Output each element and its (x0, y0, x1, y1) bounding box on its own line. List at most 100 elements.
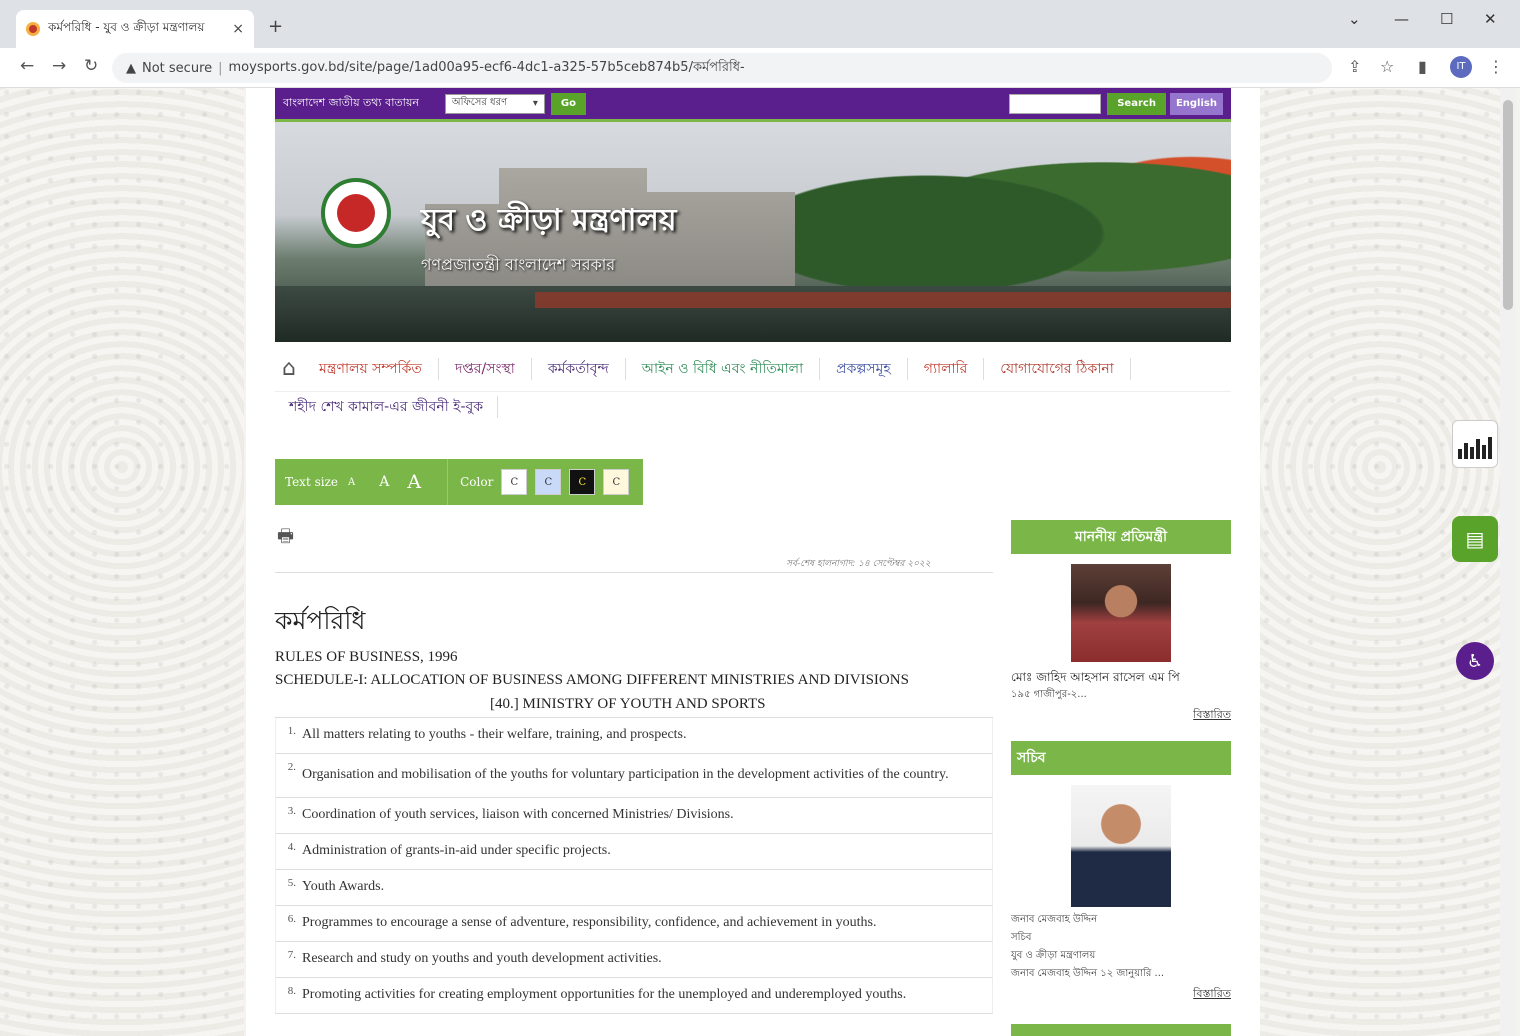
row-number: 3. (287, 805, 296, 817)
chevron-down-icon: ▾ (532, 98, 538, 109)
row-number: 8. (287, 985, 296, 997)
menu-item-departments[interactable]: দপ্তর/সংস্থা (439, 357, 532, 380)
row-number: 1. (287, 725, 296, 737)
scrollbar[interactable] (1500, 88, 1516, 1036)
url-field[interactable]: ▲ Not secure | moysports.gov.bd/site/pag… (112, 53, 1332, 83)
last-updated: সর্ব-শেষ হালনাগাদ: ১৪ সেপ্টেম্বর ২০২২ (786, 559, 931, 569)
secretary-more-link[interactable]: বিস্তারিত (1011, 985, 1231, 1004)
text-size-medium-button[interactable]: A (379, 474, 389, 490)
menu-item-gallery[interactable]: গ্যালারি (908, 357, 985, 380)
right-sidebar: মাননীয় প্রতিমন্ত্রী মোঃ জাহিদ আহসান রাস… (1011, 520, 1231, 1036)
minimize-icon[interactable]: — (1394, 10, 1409, 28)
divider (275, 572, 993, 573)
minister-header: মাননীয় প্রতিমন্ত্রী (1011, 520, 1231, 554)
table-row: 5. Youth Awards. (275, 870, 993, 906)
menu-item-laws[interactable]: আইন ও বিধি এবং নীতিমালা (626, 357, 821, 380)
table-row: 6. Programmes to encourage a sense of adv… (275, 906, 993, 942)
top-strip: বাংলাদেশ জাতীয় তথ্য বাতায়ন অফিসের ধরণ … (275, 88, 1231, 122)
browser-tab[interactable]: কর্মপরিধি - যুব ও ক্রীড়া মন্ত্রণালয় × (16, 10, 254, 48)
side-panel-icon[interactable]: ▮ (1418, 57, 1427, 76)
profile-avatar[interactable]: IT (1450, 56, 1472, 78)
accessibility-icon[interactable]: ♿ (1456, 642, 1494, 680)
page-container: বাংলাদেশ জাতীয় তথ্য বাতায়ন অফিসের ধরণ … (246, 88, 1260, 1036)
text-size-small-button[interactable]: A (348, 477, 355, 488)
url-separator: | (218, 60, 223, 76)
row-text: All matters relating to youths - their w… (302, 727, 687, 742)
color-option-white[interactable]: C (501, 469, 528, 495)
header-banner: যুব ও ক্রীড়া মন্ত্রণালয় গণপ্রজাতন্ত্রী… (275, 122, 1231, 342)
search-button[interactable]: Search (1107, 92, 1166, 115)
government-emblem-icon[interactable] (321, 178, 391, 248)
secretary-photo (1071, 785, 1171, 907)
minister-photo (1071, 564, 1171, 662)
table-row: 4. Administration of grants-in-aid under … (275, 834, 993, 870)
table-row: 7. Research and study on youths and youth… (275, 942, 993, 978)
schedule-heading: SCHEDULE-I: ALLOCATION OF BUSINESS AMONG… (275, 672, 909, 688)
chat-icon[interactable]: ▤ (1452, 516, 1498, 562)
row-text: Organisation and mobilisation of the you… (302, 767, 949, 782)
tab-close-icon[interactable]: × (232, 21, 244, 37)
page-title: কর্মপরিধি (275, 606, 366, 635)
minister-subtitle: ১৯৫ গাজীপুর-২... (1011, 689, 1087, 700)
text-size-large-button[interactable]: A (407, 471, 421, 493)
secretary-header: সচিব (1011, 741, 1231, 775)
back-icon[interactable]: ← (20, 56, 34, 76)
search-input[interactable] (1009, 93, 1102, 114)
right-decorative-pattern (1260, 88, 1500, 1036)
accessibility-toolbar: Text size A A A Color C C C C (275, 459, 643, 505)
riverbank-image (535, 292, 1231, 308)
minister-more-link[interactable]: বিস্তারিত (1011, 706, 1231, 725)
warning-icon: ▲ (126, 60, 136, 76)
page-viewport: বাংলাদেশ জাতীয় তথ্য বাতায়ন অফিসের ধরণ … (0, 88, 1520, 1036)
chart-icon[interactable] (1452, 420, 1498, 468)
color-option-cream[interactable]: C (603, 469, 630, 495)
menu-item-ebook[interactable]: শহীদ শেখ কামাল-এর জীবনী ই-বুক (275, 396, 499, 418)
site-favicon-icon (26, 22, 40, 36)
secondary-menu: শহীদ শেখ কামাল-এর জীবনী ই-বুক (275, 390, 499, 424)
forward-icon[interactable]: → (52, 56, 66, 76)
secretary-title: সচিব (1011, 932, 1032, 943)
tab-title: কর্মপরিধি - যুব ও ক্রীড়া মন্ত্রণালয় (48, 20, 205, 34)
home-icon[interactable]: ⌂ (275, 356, 303, 381)
row-number: 5. (287, 877, 296, 889)
url-text: moysports.gov.bd/site/page/1ad00a95-ecf6… (228, 59, 745, 75)
bookmark-star-icon[interactable]: ☆ (1380, 57, 1394, 76)
text-size-label: Text size (285, 475, 338, 489)
secretary-subtitle: জনাব মেজবাহ উদ্দিন ১২ জানুয়ারি ... (1011, 968, 1165, 979)
maximize-icon[interactable]: ☐ (1440, 10, 1453, 28)
portal-link[interactable]: বাংলাদেশ জাতীয় তথ্য বাতায়ন (283, 94, 419, 113)
row-number: 7. (287, 949, 296, 961)
trees-image (795, 132, 1231, 302)
table-row: 3. Coordination of youth services, liaiso… (275, 798, 993, 834)
menu-dots-icon[interactable]: ⋮ (1488, 57, 1504, 76)
menu-item-about[interactable]: মন্ত্রণালয় সম্পর্কিত (303, 357, 439, 380)
next-widget-header (1011, 1024, 1231, 1036)
row-text: Coordination of youth services, liaison … (302, 807, 734, 822)
menu-item-officials[interactable]: কর্মকর্তাবৃন্দ (532, 357, 626, 380)
print-icon[interactable]: 🖶 (277, 524, 294, 554)
share-icon[interactable]: ⇪ (1348, 57, 1361, 76)
left-decorative-pattern (0, 88, 244, 1036)
new-tab-button[interactable]: + (268, 16, 283, 37)
english-button[interactable]: English (1169, 92, 1223, 115)
office-type-value: অফিসের ধরণ (451, 97, 508, 108)
minister-name: মোঃ জাহিদ আহসান রাসেল এম পি (1011, 670, 1180, 684)
reload-icon[interactable]: ↻ (84, 56, 98, 76)
menu-item-contact[interactable]: যোগাযোগের ঠিকানা (984, 357, 1131, 380)
browser-tabbar: কর্মপরিধি - যুব ও ক্রীড়া মন্ত্রণালয় × … (0, 0, 1520, 48)
row-number: 6. (287, 913, 296, 925)
go-button[interactable]: Go (550, 92, 586, 115)
office-type-select[interactable]: অফিসের ধরণ ▾ (444, 93, 545, 114)
scrollbar-thumb[interactable] (1503, 100, 1513, 310)
table-row: 8. Promoting activities for creating empl… (275, 978, 993, 1014)
government-name: গণপ্রজাতন্ত্রী বাংলাদেশ সরকার (421, 255, 616, 274)
row-text: Research and study on youths and youth d… (302, 951, 662, 966)
window-close-icon[interactable]: ✕ (1484, 10, 1497, 28)
menu-item-projects[interactable]: প্রকল্পসমূহ (820, 357, 908, 380)
color-option-black[interactable]: C (569, 469, 596, 495)
table-row: 2. Organisation and mobilisation of the y… (275, 754, 993, 798)
color-option-blue[interactable]: C (535, 469, 562, 495)
table-row: 1. All matters relating to youths - their… (275, 718, 993, 754)
tab-search-icon[interactable]: ⌄ (1348, 10, 1361, 28)
secretary-ministry: যুব ও ক্রীড়া মন্ত্রণালয় (1011, 950, 1096, 961)
